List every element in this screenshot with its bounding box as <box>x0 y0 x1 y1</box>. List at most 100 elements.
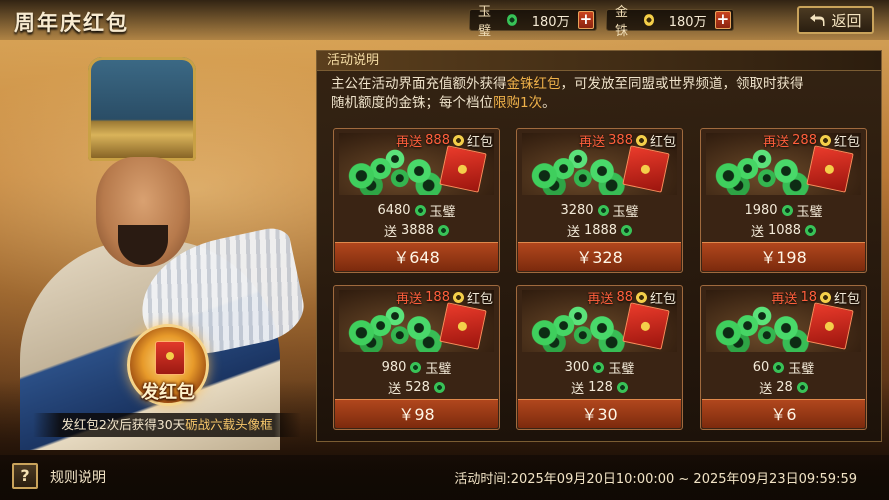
red-envelope-icon <box>806 302 854 350</box>
bonus-prefix: 再送 <box>579 135 606 150</box>
bonus-prefix: 再送 <box>396 135 423 150</box>
bonus-label: 再送 288 红包 <box>763 131 860 150</box>
amount-value: 6480 <box>377 202 411 218</box>
red-envelope-icon <box>622 145 670 193</box>
resource-value: 180万 <box>531 14 570 30</box>
gold-coin-icon <box>819 135 831 146</box>
amount-value: 60 <box>752 359 770 375</box>
back-label: 返回 <box>831 11 862 30</box>
bonus-unit: 红包 <box>649 292 676 307</box>
pack-amount: 6480 玉璧 <box>334 200 499 220</box>
jade-coin-icon <box>593 361 605 373</box>
pack-gift: 送 1088 <box>701 220 866 240</box>
currency-label: 玉璧 <box>608 361 635 377</box>
bonus-prefix: 再送 <box>763 135 790 150</box>
pack-gift: 送 128 <box>517 377 682 397</box>
promo-text: 发红包2次后获得30天 <box>61 417 186 432</box>
jade-pile-icon <box>714 147 810 195</box>
gold-coin-icon <box>635 292 647 303</box>
buy-button[interactable]: ￥328 <box>518 242 681 271</box>
promo-highlight: 砺战六载头像框 <box>185 417 273 432</box>
jade-coin-icon <box>414 204 426 216</box>
currency-label: 玉璧 <box>796 204 823 220</box>
pack-card[interactable]: 再送 18 红包 60 玉璧送 28 ￥6 <box>700 285 867 430</box>
pack-card[interactable]: 再送 288 红包 1980 玉璧送 1088 ￥198 <box>700 128 867 273</box>
pack-card[interactable]: 再送 388 红包 3280 玉璧送 1888 ￥328 <box>516 128 683 273</box>
bonus-amount: 88 <box>616 290 633 305</box>
bonus-amount: 188 <box>425 290 450 305</box>
jade-coin-icon <box>410 361 422 373</box>
pack-gift: 送 28 <box>701 377 866 397</box>
gift-amount: 528 <box>405 379 430 395</box>
buy-button[interactable]: ￥30 <box>518 399 681 428</box>
pack-amount: 60 玉璧 <box>701 357 866 377</box>
back-button[interactable]: 返回 <box>797 6 874 34</box>
amount-value: 300 <box>564 359 590 375</box>
currency-label: 玉璧 <box>425 361 452 377</box>
bonus-prefix: 再送 <box>771 292 798 307</box>
description-line-1: 主公在活动界面充值额外获得金铢红包，可发放至同盟或世界频道，领取时获得 <box>331 76 804 92</box>
jade-pile-icon <box>530 304 626 352</box>
currency-label: 玉璧 <box>612 204 639 220</box>
buy-button[interactable]: ￥6 <box>702 399 865 428</box>
back-arrow-icon <box>810 14 825 26</box>
jade-coin-icon <box>796 381 808 393</box>
gift-prefix: 送 <box>571 381 585 397</box>
jade-coin-icon <box>805 224 817 236</box>
jade-resource: 玉璧 180万 + <box>469 5 597 39</box>
buy-button[interactable]: ￥98 <box>335 399 498 428</box>
rules-link[interactable]: 规则说明 <box>50 467 106 487</box>
gift-amount: 128 <box>588 379 613 395</box>
gift-prefix: 送 <box>750 224 764 240</box>
pack-gift: 送 3888 <box>334 220 499 240</box>
bonus-unit: 红包 <box>466 135 493 150</box>
bonus-label: 再送 18 红包 <box>771 288 860 307</box>
gift-prefix: 送 <box>383 224 397 240</box>
hero-hat <box>88 57 196 161</box>
bonus-amount: 288 <box>792 133 817 148</box>
jade-coin-icon <box>433 381 445 393</box>
gold-coin-icon <box>452 135 464 146</box>
amount-value: 1980 <box>744 202 778 218</box>
bonus-label: 再送 188 红包 <box>396 288 493 307</box>
pack-card[interactable]: 再送 188 红包 980 玉璧送 528 ￥98 <box>333 285 500 430</box>
bonus-amount: 888 <box>425 133 450 148</box>
pack-amount: 300 玉璧 <box>517 357 682 377</box>
jade-pile-icon <box>530 147 626 195</box>
pack-gift: 送 528 <box>334 377 499 397</box>
resource-value: 180万 <box>668 14 707 30</box>
jade-coin-icon <box>597 204 609 216</box>
gift-prefix: 送 <box>759 381 773 397</box>
top-bar <box>0 0 889 40</box>
add-gold-button[interactable]: + <box>714 11 731 29</box>
resource-name: 金铢 <box>615 5 629 39</box>
buy-button[interactable]: ￥648 <box>335 242 498 271</box>
amount-value: 3280 <box>560 202 594 218</box>
send-red-packet-button[interactable]: 发红包 <box>127 324 209 406</box>
pack-card[interactable]: 再送 88 红包 300 玉璧送 128 ￥30 <box>516 285 683 430</box>
description-heading: 活动说明 <box>317 51 881 71</box>
gold-coin-icon <box>643 14 655 26</box>
bonus-unit: 红包 <box>833 135 860 150</box>
bonus-label: 再送 88 红包 <box>587 288 676 307</box>
pack-card[interactable]: 再送 888 红包 6480 玉璧送 3888 ￥648 <box>333 128 500 273</box>
bonus-amount: 388 <box>608 133 633 148</box>
gift-amount: 1088 <box>767 222 802 238</box>
bonus-label: 再送 888 红包 <box>396 131 493 150</box>
gift-amount: 1888 <box>583 222 618 238</box>
buy-button[interactable]: ￥198 <box>702 242 865 271</box>
jade-coin-icon <box>506 14 518 26</box>
help-icon[interactable]: ? <box>12 463 38 489</box>
bonus-label: 再送 388 红包 <box>579 131 676 150</box>
pack-amount: 980 玉璧 <box>334 357 499 377</box>
gold-coin-icon <box>452 292 464 303</box>
jade-pile-icon <box>347 147 443 195</box>
add-jade-button[interactable]: + <box>577 11 594 29</box>
jade-pile-icon <box>347 304 443 352</box>
jade-coin-icon <box>621 224 633 236</box>
jade-coin-icon <box>781 204 793 216</box>
bonus-unit: 红包 <box>649 135 676 150</box>
bonus-amount: 18 <box>800 290 817 305</box>
jade-coin-icon <box>773 361 785 373</box>
resource-name: 玉璧 <box>478 5 492 39</box>
